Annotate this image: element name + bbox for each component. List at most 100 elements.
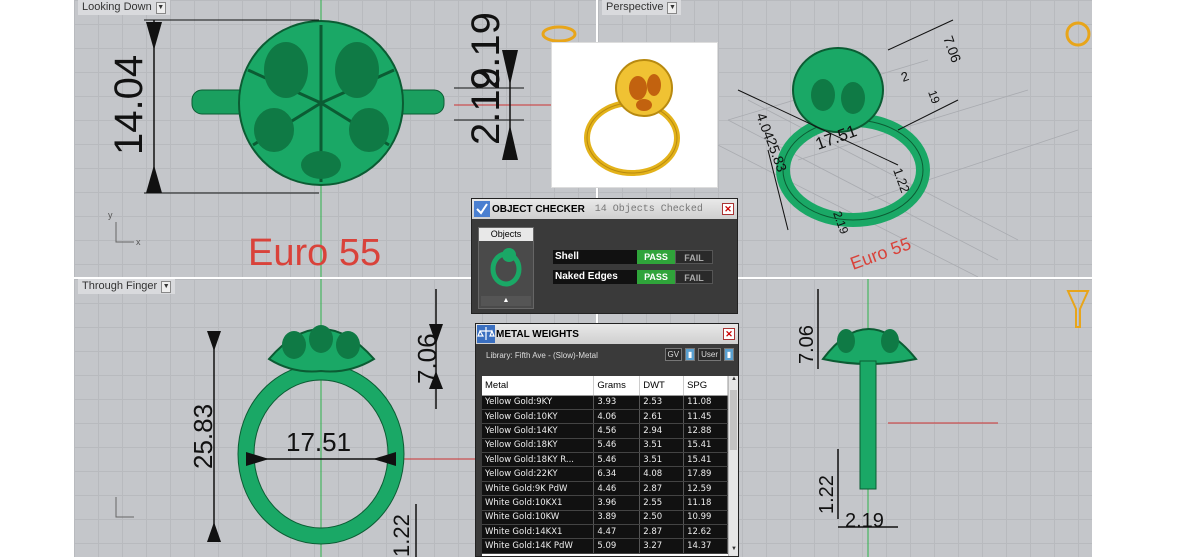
metal-cell: White Gold:14K PdW [482, 538, 595, 554]
dwt-cell: 2.87 [639, 524, 685, 540]
grams-cell: 5.46 [593, 452, 641, 468]
ring-thumbnail-icon [490, 248, 522, 287]
dwt-cell: 3.51 [639, 452, 685, 468]
dim-7-06: 7.06 [412, 333, 442, 384]
metal-cell: White Gold:9K PdW [482, 481, 595, 497]
dwt-cell: 2.87 [639, 481, 685, 497]
gv-toggle[interactable]: GV [664, 348, 683, 361]
col-metal[interactable]: Metal [482, 376, 595, 396]
check-row-naked-edges: Naked Edges PASS FAIL [553, 270, 713, 284]
naked-edges-pass-button[interactable]: PASS [637, 270, 675, 284]
svg-text:1.22: 1.22 [890, 166, 913, 195]
grams-cell: 3.89 [593, 510, 641, 526]
dwt-cell: 2.94 [639, 423, 685, 439]
svg-text:x: x [136, 237, 141, 247]
spg-cell: 15.41 [683, 438, 728, 454]
dwt-cell: 2.61 [639, 409, 685, 425]
spg-cell: 12.59 [683, 481, 728, 497]
svg-text:25.83: 25.83 [763, 136, 790, 175]
object-checker-panel: OBJECT CHECKER 14 Objects Checked ✕ Obje… [471, 198, 738, 314]
ring-icon [1065, 21, 1091, 47]
objects-tab[interactable]: Objects [479, 228, 533, 241]
metal-cell: Yellow Gold:18KY R... [482, 452, 595, 468]
metal-cell: Yellow Gold:9KY [482, 395, 595, 410]
table-scrollbar[interactable]: ▲ ▼ [728, 376, 738, 556]
table-row[interactable]: White Gold:10KX1 3.96 2.55 11.18 [482, 495, 728, 511]
spg-cell: 10.99 [683, 510, 728, 526]
table-row[interactable]: White Gold:14K PdW 5.09 3.27 14.37 [482, 538, 728, 554]
spg-cell: 17.89 [683, 466, 728, 482]
table-header-row: Metal Grams DWT SPG [482, 376, 728, 396]
table-row[interactable]: White Gold:14KX1 4.47 2.87 12.62 [482, 524, 728, 540]
viewport-title-bar[interactable]: Through Finger ▼ [78, 279, 176, 294]
check-icon [472, 199, 492, 219]
col-dwt[interactable]: DWT [639, 376, 685, 396]
dwt-cell: 4.08 [639, 466, 685, 482]
dim-14-04: 14.04 [107, 55, 151, 155]
dwt-cell: 2.50 [639, 510, 685, 526]
dim-1-22: 1.22 [816, 475, 838, 514]
spg-cell: 15.41 [683, 452, 728, 468]
viewport-title-bar[interactable]: Looking Down ▼ [78, 0, 170, 15]
chevron-up-icon[interactable]: ▲ [481, 296, 531, 306]
metal-weights-table[interactable]: Metal Grams DWT SPG Yellow Gold:9KY 3.93 2… [482, 376, 738, 556]
table-row[interactable]: Yellow Gold:10KY 4.06 2.61 11.45 [482, 409, 728, 425]
spg-cell: 12.62 [683, 524, 728, 540]
table-row[interactable]: Yellow Gold:22KY 6.34 4.08 17.89 [482, 466, 728, 482]
svg-text:7.06: 7.06 [940, 34, 964, 65]
panel-title: METAL WEIGHTS [496, 328, 579, 340]
grams-cell: 3.96 [593, 495, 641, 511]
metal-weights-header: METAL WEIGHTS ✕ [476, 324, 738, 344]
user-toggle-indicator[interactable]: ▮ [724, 348, 734, 361]
metal-cell: White Gold:10KW [482, 510, 595, 526]
shell-pass-button[interactable]: PASS [637, 250, 675, 264]
chevron-down-icon[interactable]: ▼ [161, 280, 172, 293]
spg-cell: 14.37 [683, 538, 728, 554]
dim-25-83: 25.83 [188, 404, 218, 469]
table-row[interactable]: Yellow Gold:18KY 5.46 3.51 15.41 [482, 438, 728, 454]
close-icon[interactable]: ✕ [723, 328, 735, 340]
grams-cell: 5.09 [593, 538, 641, 554]
viewport-title-bar[interactable]: Perspective ▼ [602, 0, 682, 15]
col-grams[interactable]: Grams [593, 376, 641, 396]
ring-render-photo [551, 42, 718, 188]
chevron-down-icon[interactable]: ▼ [667, 1, 678, 14]
table-row[interactable]: Yellow Gold:18KY R... 5.46 3.51 15.41 [482, 452, 728, 468]
panel-title: OBJECT CHECKER [492, 203, 585, 215]
chevron-down-icon[interactable]: ▼ [729, 546, 738, 556]
library-row: Library: Fifth Ave - (Slow)-Metal GV ▮ U… [476, 344, 738, 366]
ring-side-icon [1066, 290, 1090, 328]
svg-text:2: 2 [899, 68, 911, 85]
viewport-title: Through Finger [82, 280, 158, 292]
grams-cell: 5.46 [593, 438, 641, 454]
metal-cell: White Gold:10KX1 [482, 495, 595, 511]
svg-text:y: y [108, 210, 113, 220]
metal-cell: Yellow Gold:14KY [482, 423, 595, 439]
viewport-title: Perspective [606, 1, 664, 13]
table-row[interactable]: White Gold:10KW 3.89 2.50 10.99 [482, 510, 728, 526]
col-spg[interactable]: SPG [683, 376, 728, 396]
grams-cell: 4.06 [593, 409, 641, 425]
chevron-up-icon[interactable]: ▲ [729, 376, 738, 386]
scale-icon [476, 324, 496, 344]
spg-cell: 12.88 [683, 423, 728, 439]
naked-edges-fail-button[interactable]: FAIL [675, 270, 713, 284]
shell-fail-button[interactable]: FAIL [675, 250, 713, 264]
table-row[interactable]: Yellow Gold:14KY 4.56 2.94 12.88 [482, 423, 728, 439]
dwt-cell: 2.55 [639, 495, 685, 511]
grams-cell: 6.34 [593, 466, 641, 482]
svg-text:19: 19 [925, 88, 943, 106]
scroll-thumb[interactable] [730, 390, 737, 450]
objects-preview[interactable]: Objects ▲ [478, 227, 534, 309]
table-row[interactable]: White Gold:9K PdW 4.46 2.87 12.59 [482, 481, 728, 497]
close-icon[interactable]: ✕ [722, 203, 734, 215]
metal-cell: White Gold:14KX1 [482, 524, 595, 540]
check-row-shell: Shell PASS FAIL [553, 250, 713, 264]
chevron-down-icon[interactable]: ▼ [155, 1, 166, 14]
dwt-cell: 3.27 [639, 538, 685, 554]
gv-toggle-indicator[interactable]: ▮ [685, 348, 696, 361]
spg-cell: 11.08 [683, 395, 728, 410]
user-toggle[interactable]: User [698, 348, 721, 361]
table-row[interactable]: Yellow Gold:9KY 3.93 2.53 11.08 [482, 395, 728, 410]
dim-2-19: 2.19 [845, 510, 884, 532]
